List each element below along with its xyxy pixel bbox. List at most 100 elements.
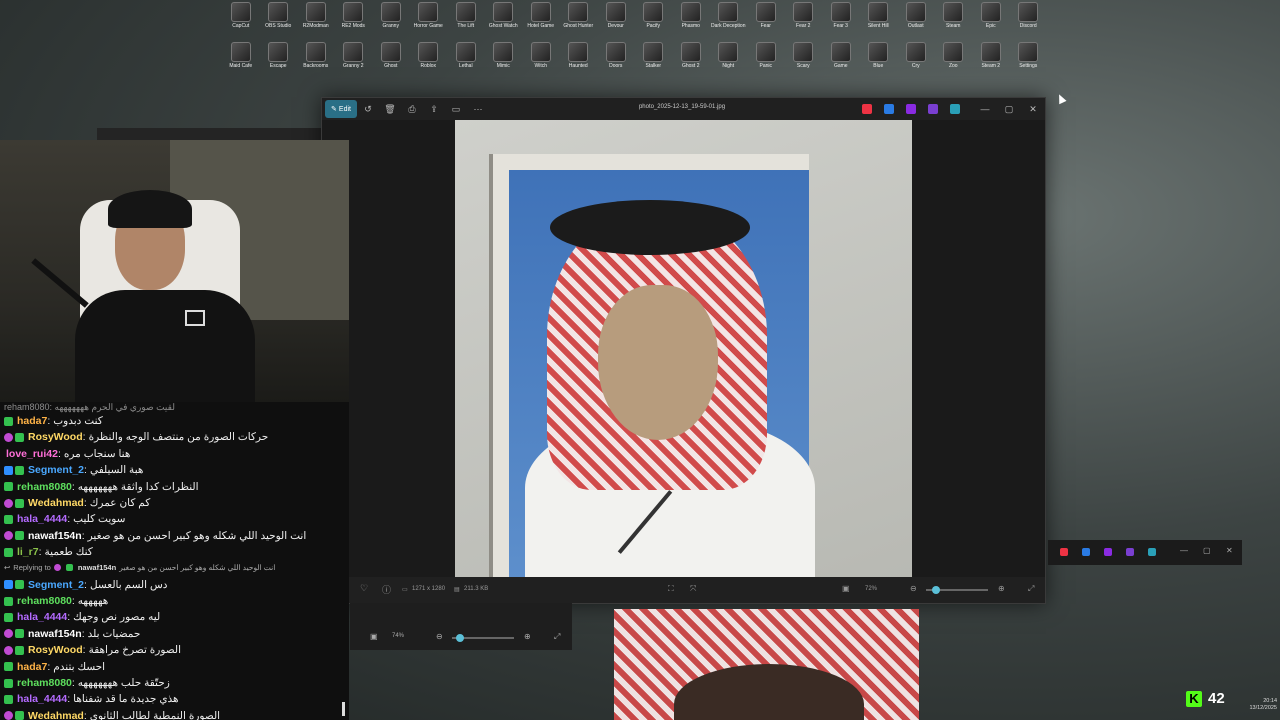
desktop-shortcut[interactable]: Horror Game [410, 2, 448, 40]
desktop-shortcut[interactable]: Stalker [635, 42, 673, 80]
desktop-shortcut[interactable]: Ghost Watch [485, 2, 523, 40]
desktop-shortcut[interactable]: Ghost Hunter [560, 2, 598, 40]
fit-icon[interactable]: ⛶ [668, 584, 674, 594]
chat-username[interactable]: hala_4444 [17, 693, 67, 705]
maximize-icon[interactable]: ▢ [1002, 102, 1016, 116]
desktop-shortcut[interactable]: Doors [597, 42, 635, 80]
desktop-shortcut[interactable]: Devour [597, 2, 635, 40]
edit-button[interactable]: ✎ Edit [325, 100, 357, 118]
desktop-shortcut[interactable]: Roblox [410, 42, 448, 80]
desktop-shortcut[interactable]: R2Modman [297, 2, 335, 40]
chat-scrollbar[interactable] [342, 702, 345, 716]
desktop-shortcut[interactable]: Zoo [935, 42, 973, 80]
zoom-slider[interactable] [926, 586, 988, 594]
desktop-shortcut[interactable]: Granny [372, 2, 410, 40]
desktop-shortcut[interactable]: Epic [972, 2, 1010, 40]
desktop-shortcut[interactable]: Lethal [447, 42, 485, 80]
chat-username[interactable]: love_rui42 [6, 448, 58, 460]
desktop-shortcut[interactable]: RE2 Mods [335, 2, 373, 40]
desktop-shortcut[interactable]: Discord [1010, 2, 1048, 40]
desktop-shortcut[interactable]: Witch [522, 42, 560, 80]
desktop-shortcut[interactable]: Hotel Game [522, 2, 560, 40]
desktop-shortcut[interactable]: Fear [747, 2, 785, 40]
zoom-level[interactable]: 72% [865, 586, 877, 592]
desktop-shortcut[interactable]: Panic [747, 42, 785, 80]
more-icon[interactable]: ⋯ [472, 103, 484, 115]
chat-username[interactable]: nawaf154n [28, 628, 82, 640]
desktop-shortcut[interactable]: Silent Hill [860, 2, 898, 40]
close-icon[interactable]: ✕ [1226, 546, 1233, 555]
zoom-in-icon[interactable]: ⊕ [524, 632, 531, 641]
desktop-shortcut[interactable]: Phasmo [672, 2, 710, 40]
desktop-shortcut[interactable]: Outlast [897, 2, 935, 40]
taskbar-clock[interactable]: 20:14 13/12/2025 [1240, 698, 1280, 712]
chat-username[interactable]: Segment_2 [28, 464, 84, 476]
desktop-shortcut[interactable]: Fear 3 [822, 2, 860, 40]
chat-username[interactable]: RosyWood [28, 644, 83, 656]
desktop-shortcut[interactable]: Night [710, 42, 748, 80]
desktop-shortcut[interactable]: Granny 2 [335, 42, 373, 80]
app-icon-5[interactable] [950, 104, 960, 114]
zoom-level[interactable]: 74% [392, 633, 404, 639]
app-icon-1[interactable] [862, 104, 872, 114]
view-icon[interactable]: ▣ [842, 584, 850, 593]
desktop-shortcut[interactable]: Steam 2 [972, 42, 1010, 80]
delete-icon[interactable]: 🗑 [384, 103, 396, 115]
desktop-shortcut[interactable]: Haunted [560, 42, 598, 80]
desktop-shortcut[interactable]: Mimic [485, 42, 523, 80]
desktop-shortcut[interactable]: Dark Deception [710, 2, 748, 40]
app-icon-2[interactable] [884, 104, 894, 114]
minimize-icon[interactable]: — [978, 102, 992, 116]
fullscreen-icon[interactable]: ⤢ [1028, 584, 1034, 594]
actual-size-icon[interactable]: ⤧ [690, 584, 696, 594]
chat-username[interactable]: Segment_2 [28, 579, 84, 591]
chat-username[interactable]: reham8080 [17, 481, 72, 493]
print-icon[interactable]: ⎙ [406, 103, 418, 115]
minimize-icon[interactable]: — [1180, 546, 1188, 555]
desktop-shortcut[interactable]: Fear 2 [785, 2, 823, 40]
view-icon[interactable]: ▣ [370, 632, 378, 641]
zoom-out-icon[interactable]: ⊖ [436, 632, 443, 641]
chat-username[interactable]: Wedahmad [28, 497, 84, 509]
desktop-shortcut[interactable]: Escape [260, 42, 298, 80]
desktop-shortcut[interactable]: Pacify [635, 2, 673, 40]
slideshow-icon[interactable]: ▭ [450, 103, 462, 115]
rotate-icon[interactable]: ↺ [362, 103, 374, 115]
chat-username[interactable]: hala_4444 [17, 611, 67, 623]
app-icon-3[interactable] [906, 104, 916, 114]
zoom-slider-thumb[interactable] [456, 634, 464, 642]
chat-username[interactable]: reham8080 [17, 677, 72, 689]
desktop-shortcut[interactable]: Settings [1010, 42, 1048, 80]
chat-username[interactable]: nawaf154n [28, 530, 82, 542]
fullscreen-icon[interactable]: ⤢ [554, 632, 560, 642]
displayed-photo[interactable] [455, 120, 912, 579]
close-icon[interactable]: ✕ [1026, 102, 1040, 116]
desktop-shortcut[interactable]: Maid Cafe [222, 42, 260, 80]
desktop-shortcut[interactable]: Backrooms [297, 42, 335, 80]
zoom-out-icon[interactable]: ⊖ [910, 584, 917, 593]
chat-username[interactable]: hala_4444 [17, 513, 67, 525]
desktop-shortcut[interactable]: Ghost [372, 42, 410, 80]
desktop-shortcut[interactable]: Cry [897, 42, 935, 80]
share-icon[interactable]: ⇪ [428, 103, 440, 115]
desktop-shortcut[interactable]: CapCut [222, 2, 260, 40]
app-icon-4[interactable] [928, 104, 938, 114]
chat-username[interactable]: reham8080 [17, 595, 72, 607]
zoom-slider-thumb[interactable] [932, 586, 940, 594]
maximize-icon[interactable]: ▢ [1203, 546, 1211, 555]
desktop-shortcut[interactable]: The Lift [447, 2, 485, 40]
desktop-shortcut[interactable]: Blue [860, 42, 898, 80]
chat-username[interactable]: hada7 [17, 661, 47, 673]
desktop-shortcut[interactable]: OBS Studio [260, 2, 298, 40]
zoom-slider[interactable] [452, 634, 514, 642]
chat-username[interactable]: li_r7 [17, 546, 39, 558]
chat-username[interactable]: hada7 [17, 415, 47, 427]
desktop-shortcut[interactable]: Steam [935, 2, 973, 40]
desktop-shortcut[interactable]: Ghost 2 [672, 42, 710, 80]
desktop-shortcut[interactable]: Game [822, 42, 860, 80]
zoom-in-icon[interactable]: ⊕ [998, 584, 1005, 593]
heart-icon[interactable]: ♡ [360, 583, 368, 594]
chat-username[interactable]: RosyWood [28, 431, 83, 443]
info-icon[interactable]: ⓘ [382, 583, 391, 596]
desktop-shortcut[interactable]: Scary [785, 42, 823, 80]
